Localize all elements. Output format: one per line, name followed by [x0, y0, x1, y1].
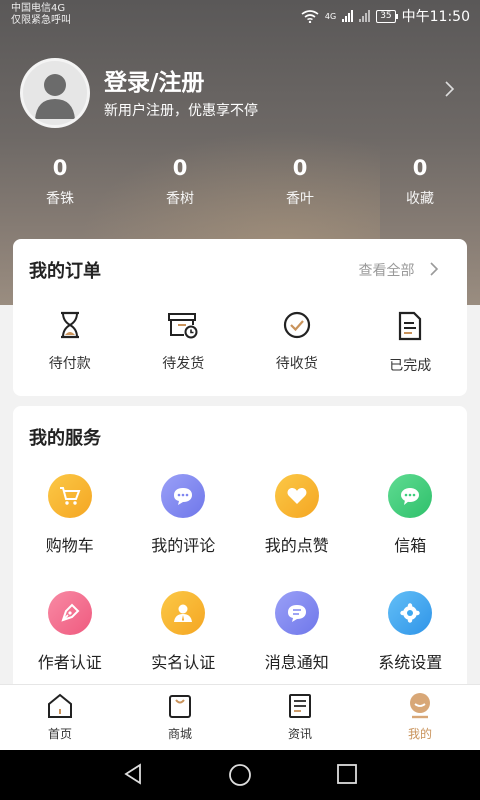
- order-status-row: 待付款 待发货 待收货 已完成: [13, 311, 467, 375]
- chevron-right-icon: [430, 262, 439, 276]
- carrier-name: 中国电信4G: [11, 3, 66, 14]
- login-subtitle: 新用户注册，优惠享不停: [104, 103, 258, 119]
- service-likes[interactable]: 我的点赞: [240, 474, 354, 591]
- order-label: 待发货: [162, 356, 205, 372]
- shop-bag-icon: [169, 695, 191, 718]
- signal-icon: [342, 10, 354, 22]
- stat-label: 香树: [166, 191, 194, 207]
- message-icon: [274, 591, 319, 635]
- stat-favorites[interactable]: 0 收藏: [360, 155, 480, 208]
- home-icon: [48, 693, 72, 718]
- view-all-label: 查看全部: [358, 263, 415, 279]
- view-all-orders-link[interactable]: 查看全部: [359, 260, 439, 280]
- battery-icon: 35: [376, 9, 399, 23]
- services-grid: 购物车 我的评论 我的点赞 信箱 作者认证 实名认证 消息通知 系统设置: [13, 474, 467, 708]
- document-icon: [399, 311, 422, 341]
- login-register-link[interactable]: 登录/注册: [104, 63, 204, 97]
- service-cart[interactable]: 购物车: [13, 474, 127, 591]
- stat-xiangye[interactable]: 0 香叶: [240, 155, 360, 208]
- box-clock-icon: [168, 313, 198, 339]
- cart-icon: [47, 474, 92, 518]
- order-pending-shipment[interactable]: 待发货: [127, 311, 241, 375]
- order-pending-receipt[interactable]: 待收货: [240, 311, 354, 375]
- service-label: 消息通知: [264, 653, 329, 672]
- orders-card: 我的订单 查看全部 待付款 待发货 待收货 已完成: [13, 239, 467, 396]
- person-icon: [161, 591, 206, 635]
- comment-icon: [161, 474, 206, 518]
- service-comments[interactable]: 我的评论: [127, 474, 241, 591]
- clock: 中午11:50: [401, 9, 470, 25]
- wifi-icon: [301, 9, 319, 23]
- service-mailbox[interactable]: 信箱: [354, 474, 468, 591]
- status-icons: 4G 35 中午11:50: [301, 6, 470, 26]
- service-label: 实名认证: [151, 653, 216, 672]
- service-label: 系统设置: [378, 653, 443, 672]
- tab-shop[interactable]: 商城: [120, 685, 240, 751]
- service-label: 购物车: [45, 536, 94, 555]
- pen-icon: [47, 591, 92, 635]
- network-type: 4G: [324, 11, 337, 21]
- service-label: 作者认证: [37, 653, 102, 672]
- recent-apps-icon[interactable]: [336, 763, 358, 785]
- stat-xiangshu[interactable]: 0 香树: [120, 155, 240, 208]
- stats-row: 0 香铢 0 香树 0 香叶 0 收藏: [0, 155, 480, 208]
- stat-value: 0: [172, 156, 188, 180]
- check-circle-icon: [283, 311, 310, 339]
- carrier-info: 中国电信4G 仅限紧急呼叫: [11, 3, 71, 27]
- service-label: 信箱: [394, 536, 427, 555]
- stat-value: 0: [52, 156, 68, 180]
- order-completed[interactable]: 已完成: [354, 311, 468, 375]
- signal-secondary-icon: [359, 10, 371, 22]
- stat-value: 0: [412, 156, 428, 180]
- tab-label: 资讯: [287, 727, 312, 741]
- bottom-tab-bar: 首页 商城 资讯 我的: [0, 684, 480, 751]
- tab-home[interactable]: 首页: [0, 685, 120, 751]
- emergency-call-text: 仅限紧急呼叫: [11, 15, 71, 26]
- mail-chat-icon: [388, 474, 433, 518]
- back-icon[interactable]: [122, 763, 144, 785]
- order-label: 待付款: [48, 356, 91, 372]
- tab-label: 我的: [407, 727, 432, 741]
- stat-xiangzhu[interactable]: 0 香铢: [0, 155, 120, 208]
- tab-label: 商城: [167, 727, 192, 741]
- stat-value: 0: [292, 156, 308, 180]
- default-user-icon: [35, 74, 75, 119]
- order-pending-payment[interactable]: 待付款: [13, 311, 127, 375]
- order-label: 已完成: [389, 358, 432, 374]
- heart-icon: [274, 474, 319, 518]
- hourglass-icon: [60, 311, 79, 339]
- profile-face-icon: [410, 693, 430, 719]
- tab-news[interactable]: 资讯: [240, 685, 360, 751]
- services-title: 我的服务: [29, 428, 101, 449]
- settings-icon: [388, 591, 433, 635]
- service-label: 我的评论: [151, 536, 216, 555]
- tab-mine[interactable]: 我的: [360, 685, 480, 751]
- orders-title: 我的订单: [29, 261, 101, 282]
- stat-label: 香叶: [286, 191, 314, 207]
- stat-label: 收藏: [406, 191, 434, 207]
- tab-label: 首页: [47, 727, 72, 741]
- news-icon: [289, 694, 311, 718]
- chevron-right-icon[interactable]: [444, 80, 456, 98]
- services-card: 我的服务 购物车 我的评论 我的点赞 信箱 作者认证 实名认证 消息通知 系统设…: [13, 406, 467, 696]
- avatar[interactable]: [20, 58, 90, 128]
- service-label: 我的点赞: [264, 536, 329, 555]
- system-navigation-bar: [0, 750, 480, 800]
- stat-label: 香铢: [46, 191, 74, 207]
- home-circle-icon[interactable]: [228, 763, 252, 787]
- status-bar: 中国电信4G 仅限紧急呼叫 4G 35 中午11:50: [0, 0, 480, 32]
- order-label: 待收货: [275, 356, 318, 372]
